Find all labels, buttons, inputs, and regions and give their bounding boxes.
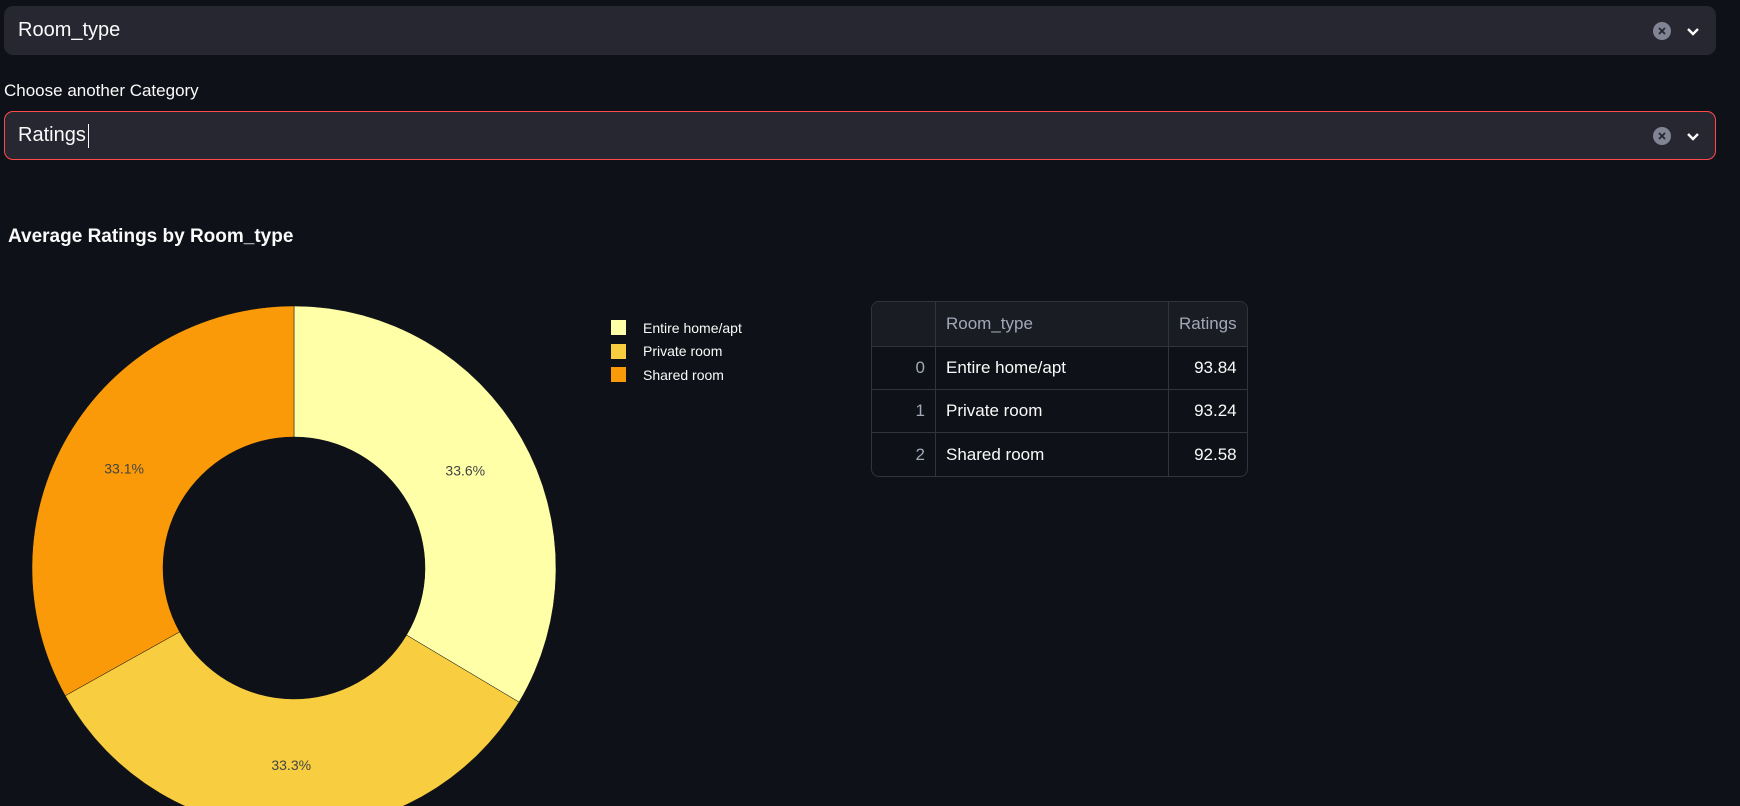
category-select[interactable]: Room_type: [4, 6, 1716, 55]
room-type-cell[interactable]: Shared room: [936, 433, 1169, 476]
table-row: 1 Private room 93.24: [872, 390, 1247, 433]
legend-label: Entire home/apt: [643, 319, 742, 336]
table-row: 2 Shared room 92.58: [872, 433, 1247, 476]
legend-item[interactable]: Private room: [611, 340, 742, 364]
pie-slice[interactable]: [31, 305, 295, 697]
room-type-cell[interactable]: Entire home/apt: [936, 347, 1169, 390]
second-category-label: Choose another Category: [4, 81, 199, 100]
legend-label: Private room: [643, 343, 723, 360]
category-select-value: Room_type: [18, 19, 121, 41]
pie-slice[interactable]: [293, 305, 557, 703]
ratings-table[interactable]: Room_type Ratings 0 Entire home/apt 93.8…: [871, 301, 1248, 477]
legend-label: Shared room: [643, 366, 724, 383]
ratings-header[interactable]: Ratings: [1169, 302, 1247, 347]
legend-swatch: [611, 343, 626, 359]
second-category-select[interactable]: Ratings: [4, 111, 1716, 160]
chart-legend: Entire home/apt Private room Shared room: [611, 316, 742, 387]
clear-icon[interactable]: [1653, 126, 1671, 145]
chevron-down-icon[interactable]: [1685, 25, 1701, 37]
row-index[interactable]: 0: [872, 347, 936, 390]
room-type-cell[interactable]: Private room: [936, 390, 1169, 433]
text-cursor: [87, 123, 89, 148]
room-type-header[interactable]: Room_type: [936, 302, 1169, 347]
ratings-cell[interactable]: 93.24: [1169, 390, 1247, 433]
row-index[interactable]: 2: [872, 433, 936, 476]
slice-percent-label: 33.1%: [104, 460, 144, 476]
ratings-cell[interactable]: 92.58: [1169, 433, 1247, 476]
index-header[interactable]: [872, 302, 936, 347]
table-row: 0 Entire home/apt 93.84: [872, 347, 1247, 390]
legend-item[interactable]: Shared room: [611, 363, 742, 387]
chevron-down-icon[interactable]: [1685, 130, 1701, 142]
second-category-select-value: Ratings: [18, 124, 86, 146]
legend-swatch: [611, 320, 626, 336]
ratings-cell[interactable]: 93.84: [1169, 347, 1247, 390]
donut-chart: 33.6% 33.3% 33.1%: [31, 305, 557, 806]
row-index[interactable]: 1: [872, 390, 936, 433]
slice-percent-label: 33.6%: [445, 463, 485, 479]
table-header-row: Room_type Ratings: [872, 302, 1247, 347]
chart-title: Average Ratings by Room_type: [8, 226, 294, 247]
clear-icon[interactable]: [1653, 21, 1671, 40]
slice-percent-label: 33.3%: [271, 757, 311, 773]
legend-item[interactable]: Entire home/apt: [611, 316, 742, 340]
legend-swatch: [611, 367, 626, 383]
